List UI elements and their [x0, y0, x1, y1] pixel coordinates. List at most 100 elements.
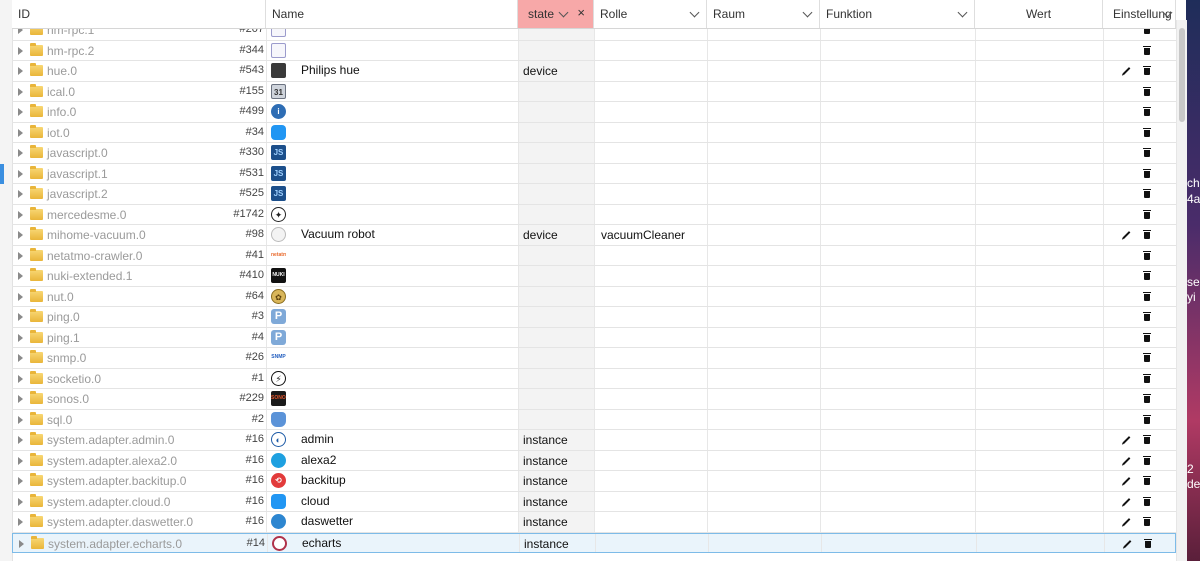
role-cell[interactable] [594, 184, 707, 204]
chevron-down-icon[interactable] [689, 7, 700, 18]
id-cell[interactable]: mihome-vacuum.0 #98 [12, 225, 266, 245]
name-cell[interactable]: ⟲ backitup [266, 471, 518, 491]
column-filter-funktion[interactable]: Funktion [820, 0, 975, 28]
room-cell[interactable] [707, 348, 820, 368]
name-cell[interactable]: NUKI [266, 266, 518, 286]
role-cell[interactable] [594, 245, 707, 265]
name-cell[interactable]: JS [266, 143, 518, 163]
expand-arrow-icon[interactable] [18, 354, 23, 362]
function-cell[interactable] [820, 389, 975, 409]
table-row[interactable]: hue.0 #543 Philips hue device [12, 61, 1176, 82]
function-cell[interactable] [820, 491, 975, 511]
role-cell[interactable] [594, 102, 707, 122]
id-cell[interactable]: javascript.0 #330 [12, 143, 266, 163]
role-cell[interactable] [594, 512, 707, 532]
name-cell[interactable]: Vacuum robot [266, 225, 518, 245]
name-cell[interactable]: daswetter [266, 512, 518, 532]
room-cell[interactable] [707, 122, 820, 142]
room-cell[interactable] [707, 450, 820, 470]
id-cell[interactable]: hue.0 #543 [12, 61, 266, 81]
id-cell[interactable]: javascript.2 #525 [12, 184, 266, 204]
room-cell[interactable] [707, 204, 820, 224]
chevron-down-icon[interactable] [802, 7, 813, 18]
expand-arrow-icon[interactable] [18, 415, 23, 424]
table-row[interactable]: javascript.2 #525 JS [12, 184, 1176, 205]
room-cell[interactable] [707, 225, 820, 245]
expand-arrow-icon[interactable] [18, 190, 23, 198]
chevron-down-icon[interactable] [558, 7, 569, 18]
function-cell[interactable] [820, 81, 975, 101]
function-cell[interactable] [820, 184, 975, 204]
id-cell[interactable]: mercedesme.0 #1742 [12, 205, 266, 225]
table-row[interactable]: nuki-extended.1 #410 NUKI [12, 266, 1176, 287]
table-row[interactable]: system.adapter.daswetter.0 #16 daswetter in… [12, 512, 1176, 533]
room-cell[interactable] [707, 491, 820, 511]
function-cell[interactable] [820, 204, 975, 224]
id-cell[interactable]: netatmo-crawler.0 #41 [12, 246, 266, 266]
expand-arrow-icon[interactable] [18, 149, 23, 157]
function-cell[interactable] [820, 348, 975, 368]
expand-arrow-icon[interactable] [18, 272, 23, 280]
name-cell[interactable]: ✦ [266, 204, 518, 224]
function-cell[interactable] [820, 122, 975, 142]
table-row[interactable]: sonos.0 #229 SONOS [12, 389, 1176, 410]
table-row[interactable]: system.adapter.cloud.0 #16 cloud instance [12, 491, 1176, 512]
role-cell[interactable] [594, 307, 707, 327]
role-cell[interactable] [595, 533, 708, 552]
name-cell[interactable]: ✿ [266, 286, 518, 306]
room-cell[interactable] [708, 533, 821, 552]
name-cell[interactable]: JS [266, 163, 518, 183]
name-cell[interactable]: P [266, 307, 518, 327]
table-row[interactable]: mihome-vacuum.0 #98 Vacuum robot device vacu… [12, 225, 1176, 246]
room-cell[interactable] [707, 81, 820, 101]
table-row[interactable]: hm-rpc.2 #344 [12, 40, 1176, 61]
table-row[interactable]: system.adapter.admin.0 #16 ◐ admin instance [12, 430, 1176, 451]
function-cell[interactable] [820, 450, 975, 470]
name-cell[interactable]: 31 [266, 81, 518, 101]
role-cell[interactable] [594, 266, 707, 286]
role-cell[interactable] [594, 81, 707, 101]
expand-arrow-icon[interactable] [18, 231, 23, 239]
name-cell[interactable]: i [266, 102, 518, 122]
name-cell[interactable] [266, 122, 518, 142]
room-cell[interactable] [707, 40, 820, 60]
room-cell[interactable] [707, 307, 820, 327]
expand-arrow-icon[interactable] [18, 251, 23, 260]
room-cell[interactable] [707, 389, 820, 409]
column-header-id[interactable]: ID [12, 0, 266, 28]
table-row[interactable]: nut.0 #64 ✿ [12, 286, 1176, 307]
room-cell[interactable] [707, 163, 820, 183]
name-cell[interactable]: Philips hue [266, 61, 518, 81]
table-row[interactable]: javascript.0 #330 JS [12, 143, 1176, 164]
room-cell[interactable] [707, 286, 820, 306]
room-cell[interactable] [707, 266, 820, 286]
role-cell[interactable] [594, 204, 707, 224]
function-cell[interactable] [820, 266, 975, 286]
table-row[interactable]: ical.0 #155 31 [12, 81, 1176, 102]
expand-arrow-icon[interactable] [18, 395, 23, 403]
function-cell[interactable] [820, 327, 975, 347]
name-cell[interactable]: ◐ admin [266, 430, 518, 450]
function-cell[interactable] [820, 512, 975, 532]
role-cell[interactable] [594, 143, 707, 163]
function-cell[interactable] [820, 40, 975, 60]
name-cell[interactable]: SNMP [266, 348, 518, 368]
id-cell[interactable]: hm-rpc.2 #344 [12, 41, 266, 61]
role-cell[interactable] [594, 450, 707, 470]
column-filter-state[interactable]: state × [518, 0, 594, 28]
id-cell[interactable]: snmp.0 #26 [12, 348, 266, 368]
function-cell[interactable] [820, 430, 975, 450]
expand-arrow-icon[interactable] [18, 313, 23, 321]
id-cell[interactable]: system.adapter.cloud.0 #16 [12, 492, 266, 512]
id-cell[interactable]: socketio.0 #1 [12, 369, 266, 389]
role-cell[interactable] [594, 286, 707, 306]
function-cell[interactable] [820, 307, 975, 327]
function-cell[interactable] [820, 163, 975, 183]
table-row[interactable]: system.adapter.backitup.0 #16 ⟲ backitup ins… [12, 471, 1176, 492]
table-row[interactable]: sql.0 #2 [12, 409, 1176, 430]
function-cell[interactable] [820, 102, 975, 122]
expand-arrow-icon[interactable] [19, 539, 24, 548]
expand-arrow-icon[interactable] [18, 456, 23, 465]
id-cell[interactable]: javascript.1 #531 [12, 164, 266, 184]
role-cell[interactable] [594, 368, 707, 388]
